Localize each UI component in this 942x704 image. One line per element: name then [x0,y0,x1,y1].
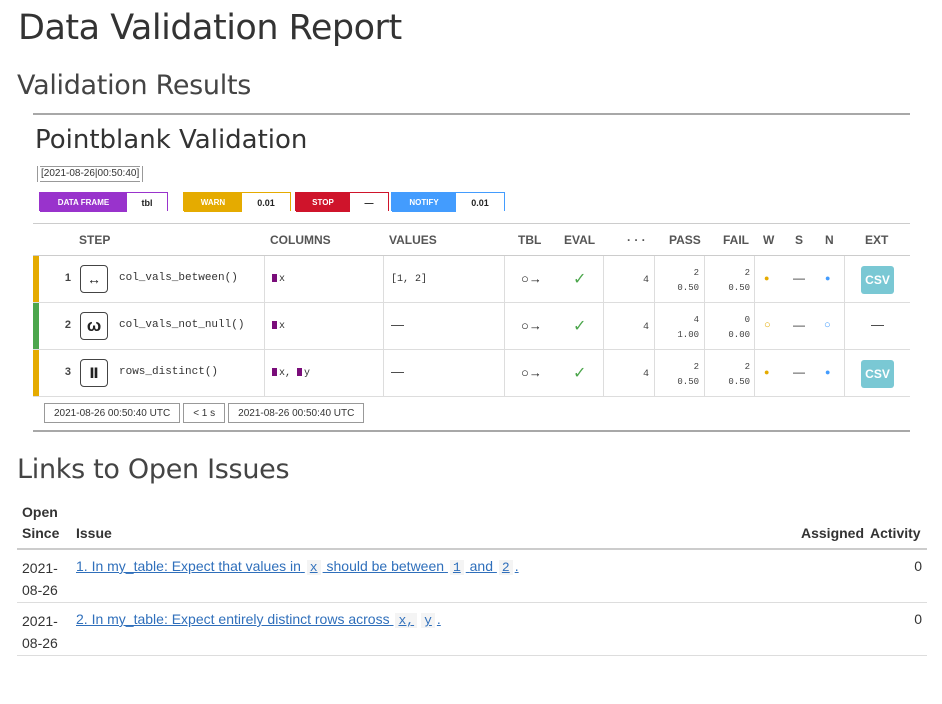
start-time-stamp: 2021-08-26 00:50:40 UTC [44,403,181,423]
tbl-icon: ○→ [521,318,542,333]
pass-value: 4 1.00 [677,315,699,340]
pointblank-report: Pointblank Validation [2021-08-26|00:50:… [33,113,910,432]
stop-label: STOP [296,193,350,212]
ext-empty: — [871,317,884,332]
header-open-since: Open Since [22,504,60,541]
issue-link[interactable]: 2. In my_table: Expect entirely distinct… [76,611,441,628]
table-row: 2 ω col_vals_not_null() x — ○→ ✓ 4 4 1.00… [33,303,910,350]
warn-dot-icon: ● [764,273,770,283]
not-null-icon: ω [80,312,108,340]
notify-dot-icon: ● [825,367,831,377]
header-issue: Issue [76,525,112,541]
header-pass: PASS [669,233,701,247]
header-n: N [825,233,834,247]
page-title: Data Validation Report [18,8,402,48]
header-tbl: TBL [518,233,542,247]
header-assigned: Assigned [801,525,865,541]
validation-results-heading: Validation Results [17,70,252,101]
step-columns: x, y [272,368,310,379]
status-bar [33,350,39,396]
table-row: 3 Ⅱ rows_distinct() x, y — ○→ ✓ 4 2 0.50 … [33,350,910,397]
header-step: STEP [79,233,111,247]
step-columns: x [272,274,285,285]
eval-check-icon: ✓ [573,271,587,288]
report-footer-stamps: 2021-08-26 00:50:40 UTC < 1 s 2021-08-26… [44,403,365,423]
status-bar [33,303,39,349]
csv-button[interactable]: CSV [861,360,894,388]
warn-label: WARN [184,193,242,212]
issues-table-header: Open Since Issue Assigned Activity [17,500,927,550]
csv-button[interactable]: CSV [861,266,894,294]
units-value: 4 [642,275,649,286]
step-number: 2 [64,319,71,331]
notify-circle-icon: ○ [824,319,831,331]
issue-link[interactable]: 1. In my_table: Expect that values in x … [76,558,519,575]
header-activity: Activity [870,525,921,541]
warn-circle-icon: ○ [764,319,771,331]
step-number: 3 [64,366,71,378]
step-values: — [391,364,404,379]
pass-value: 2 0.50 [677,362,699,387]
data-frame-value: tbl [127,193,167,212]
header-columns: COLUMNS [270,233,331,247]
tbl-icon: ○→ [521,365,542,380]
notify-dot-icon: ● [825,273,831,283]
tbl-icon: ○→ [521,271,542,286]
step-values: — [391,317,404,332]
status-bar [33,256,39,302]
issue-activity: 0 [914,611,922,627]
stop-dash: — [793,365,805,379]
fail-value: 0 0.00 [728,315,750,340]
fail-value: 2 0.50 [728,362,750,387]
stop-dash: — [793,271,805,285]
step-name: col_vals_not_null() [119,319,245,331]
data-frame-label: DATA FRAME [40,193,127,212]
between-icon: ↔ [80,265,108,293]
header-s: S [795,233,804,247]
issue-open-date: 2021- 08-26 [22,613,58,651]
pass-value: 2 0.50 [677,268,699,293]
eval-check-icon: ✓ [573,365,587,382]
notify-label: NOTIFY [392,193,456,212]
header-ext: EXT [865,233,889,247]
warn-dot-icon: ● [764,367,770,377]
validation-table-header: STEP COLUMNS VALUES TBL EVAL · · · PASS … [33,223,910,256]
notify-value: 0.01 [456,193,504,212]
step-number: 1 [64,272,71,284]
fail-value: 2 0.50 [728,268,750,293]
units-value: 4 [642,369,649,380]
end-time-stamp: 2021-08-26 00:50:40 UTC [228,403,365,423]
stop-dash: — [793,318,805,332]
stop-value: — [350,193,388,212]
issue-row: 2021- 08-26 1. In my_table: Expect that v… [17,551,927,603]
step-name: rows_distinct() [119,366,219,378]
header-eval: EVAL [564,233,596,247]
eval-check-icon: ✓ [573,318,587,335]
units-value: 4 [642,322,649,333]
header-values: VALUES [389,233,437,247]
open-issues-heading: Links to Open Issues [17,454,290,485]
header-units: · · · [627,233,646,247]
issue-row: 2021- 08-26 2. In my_table: Expect entire… [17,604,927,656]
step-columns: x [272,321,285,332]
report-timestamp: [2021-08-26|00:50:40] [37,166,144,182]
warn-value: 0.01 [242,193,290,212]
step-name: col_vals_between() [119,272,238,284]
warn-badge: WARN 0.01 [183,192,291,212]
table-row: 1 ↔ col_vals_between() x [1, 2] ○→ ✓ 4 2… [33,256,910,303]
step-values: [1, 2] [391,274,428,285]
distinct-icon: Ⅱ [80,359,108,387]
pointblank-title: Pointblank Validation [35,125,308,155]
header-w: W [763,233,775,247]
notify-badge: NOTIFY 0.01 [391,192,505,212]
data-frame-badge: DATA FRAME tbl [39,192,168,212]
duration-stamp: < 1 s [183,403,226,423]
issue-open-date: 2021- 08-26 [22,560,58,598]
header-fail: FAIL [723,233,749,247]
issue-activity: 0 [914,558,922,574]
stop-badge: STOP — [295,192,389,212]
